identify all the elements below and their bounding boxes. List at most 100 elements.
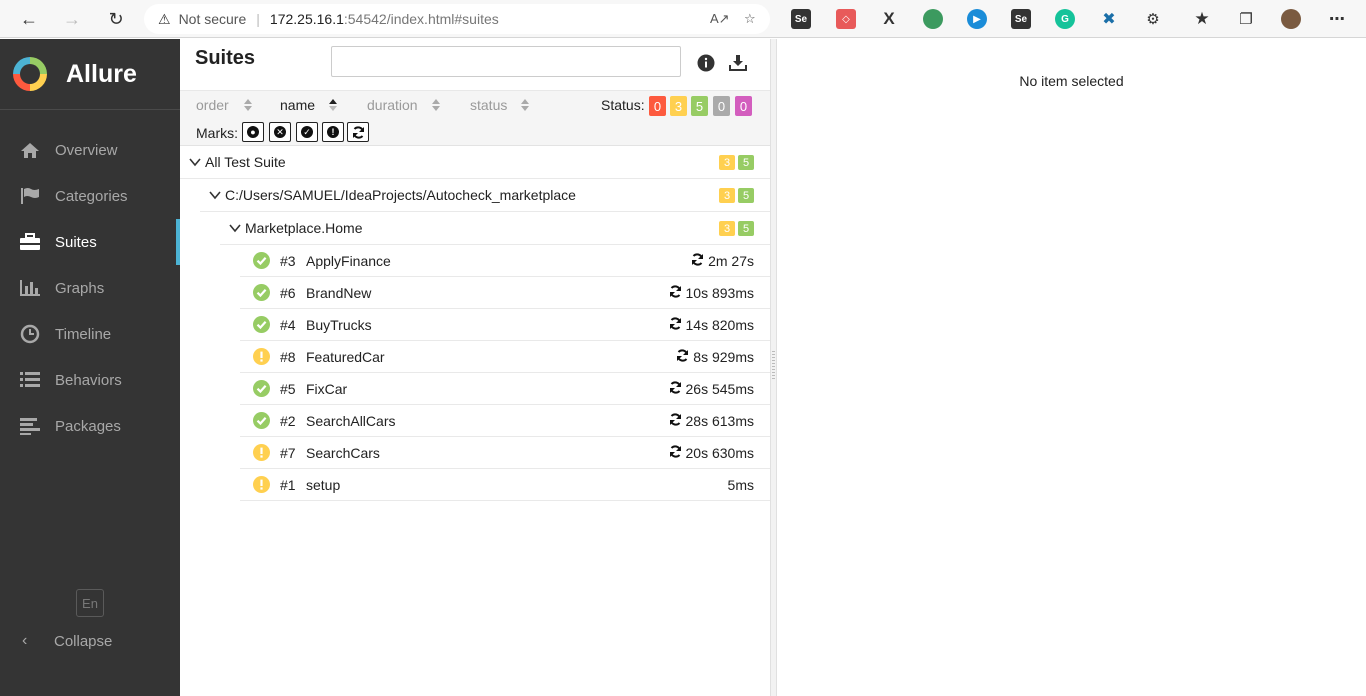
home-icon [18,140,42,160]
test-row[interactable]: #1 setup 5ms [240,469,770,501]
test-name: SearchAllCars [306,413,396,429]
test-number: #4 [280,317,296,333]
favorites-icon[interactable]: ★ [1192,9,1212,29]
list-icon [18,370,42,390]
refresh-icon[interactable]: ↻ [101,4,131,34]
test-duration: 14s 820ms [685,317,754,333]
test-duration: 8s 929ms [693,349,754,365]
test-row[interactable]: #8 FeaturedCar 8s 929ms [240,341,770,373]
tree-node-label: Marketplace.Home [245,220,363,236]
extensions-puzzle-icon[interactable]: ⚙ [1143,9,1163,29]
search-input[interactable] [331,46,681,77]
chevron-down-icon [209,191,221,200]
test-number: #6 [280,285,296,301]
passed-count-badge: 5 [738,188,754,203]
more-menu-icon[interactable]: ⋯ [1327,9,1347,29]
collections-icon[interactable]: ❐ [1236,9,1256,29]
x-extension-icon[interactable]: X [879,9,899,29]
back-icon[interactable]: ← [14,4,44,34]
sidebar-item-behaviors[interactable]: Behaviors [0,357,180,403]
sort-status[interactable]: status [470,97,530,113]
url-path: :54542/index.html#suites [343,11,499,27]
profile-avatar[interactable] [1281,9,1301,29]
record-extension-icon[interactable]: ▶ [967,9,987,29]
test-row[interactable]: #5 FixCar 26s 545ms [240,373,770,405]
retries-mark-toggle[interactable] [347,122,369,142]
sort-arrows-icon [243,99,252,111]
test-name: setup [306,477,341,493]
retry-icon [669,381,682,397]
add-favorite-icon[interactable]: ☆ [744,11,756,27]
align-left-icon [18,416,42,436]
test-name: BuyTrucks [306,317,372,333]
new-broken-mark-toggle[interactable]: ! [322,122,344,142]
sidebar-item-graphs[interactable]: Graphs [0,265,180,311]
suites-tree: All Test Suite 3 5 C:/Users/SAMUEL/IdeaP… [180,146,770,501]
sort-name[interactable]: name [280,97,338,113]
tree-node-root[interactable]: All Test Suite 3 5 [180,146,770,179]
test-number: #3 [280,253,296,269]
tree-node-suite[interactable]: Marketplace.Home 3 5 [220,212,770,245]
test-row[interactable]: #2 SearchAllCars 28s 613ms [240,405,770,437]
selenium-extension-icon[interactable]: Se [791,9,811,29]
brand[interactable]: Allure [0,39,180,110]
test-number: #2 [280,413,296,429]
selenium-ide-extension-icon[interactable]: Se [1011,9,1031,29]
check-circle-icon [253,380,270,397]
test-row[interactable]: #7 SearchCars 20s 630ms [240,437,770,469]
tools-extension-icon[interactable]: ✖ [1099,9,1119,29]
sidebar-item-suites[interactable]: Suites [0,219,180,265]
test-name: FeaturedCar [306,349,385,365]
test-row[interactable]: #6 BrandNew 10s 893ms [240,277,770,309]
tree-node-label: All Test Suite [205,154,286,170]
download-icon[interactable] [727,52,749,74]
test-duration: 5ms [727,477,754,493]
pane-splitter[interactable] [770,39,777,696]
info-icon[interactable] [695,52,717,74]
flaky-mark-toggle[interactable]: ● [242,122,264,142]
tree-node-path[interactable]: C:/Users/SAMUEL/IdeaProjects/Autocheck_m… [200,179,770,212]
sort-status-label: status [470,97,508,113]
grammarly-icon[interactable]: G [1055,9,1075,29]
test-duration: 20s 630ms [685,445,754,461]
test-row[interactable]: #4 BuyTrucks 14s 820ms [240,309,770,341]
status-unknown-toggle[interactable]: 0 [735,96,752,116]
collapse-button[interactable]: ‹ Collapse [0,623,180,659]
sidebar-item-categories[interactable]: Categories [0,173,180,219]
read-aloud-icon[interactable]: A↗ [710,11,730,27]
language-button[interactable]: En [76,589,104,617]
security-label: Not secure [178,11,247,27]
passed-count-badge: 5 [738,155,754,170]
sidebar: Allure Overview Categories Suites Graphs [0,39,180,696]
address-bar[interactable]: ⚠ Not secure | 172.25.16.1:54542/index.h… [144,4,770,34]
new-passed-mark-toggle[interactable]: ✓ [296,122,318,142]
check-circle-icon: ✓ [301,126,313,138]
test-duration: 10s 893ms [685,285,754,301]
test-number: #8 [280,349,296,365]
retry-icon [691,253,704,269]
sidebar-item-overview[interactable]: Overview [0,127,180,173]
new-failed-mark-toggle[interactable]: ✕ [269,122,291,142]
sidebar-item-label: Overview [55,141,118,159]
exclamation-circle-icon [253,476,270,493]
chevron-left-icon: ‹ [22,632,28,649]
sidebar-item-timeline[interactable]: Timeline [0,311,180,357]
sidebar-item-label: Behaviors [55,371,122,389]
sidebar-item-packages[interactable]: Packages [0,403,180,449]
status-broken-toggle[interactable]: 3 [670,96,687,116]
sort-duration[interactable]: duration [367,97,440,113]
status-skipped-toggle[interactable]: 0 [713,96,730,116]
test-duration: 2m 27s [708,253,754,269]
green-extension-icon[interactable] [923,9,943,29]
broken-count-badge: 3 [719,221,735,236]
status-passed-toggle[interactable]: 5 [691,96,708,116]
retry-icon [669,413,682,429]
sort-arrows-icon [521,99,530,111]
test-name: FixCar [306,381,348,397]
forward-icon[interactable]: → [57,4,87,34]
briefcase-icon [18,232,42,252]
test-row[interactable]: #3 ApplyFinance 2m 27s [240,245,770,277]
extension-badge-icon[interactable]: ◇ [836,9,856,29]
sort-order[interactable]: order [196,97,252,113]
status-failed-toggle[interactable]: 0 [649,96,666,116]
